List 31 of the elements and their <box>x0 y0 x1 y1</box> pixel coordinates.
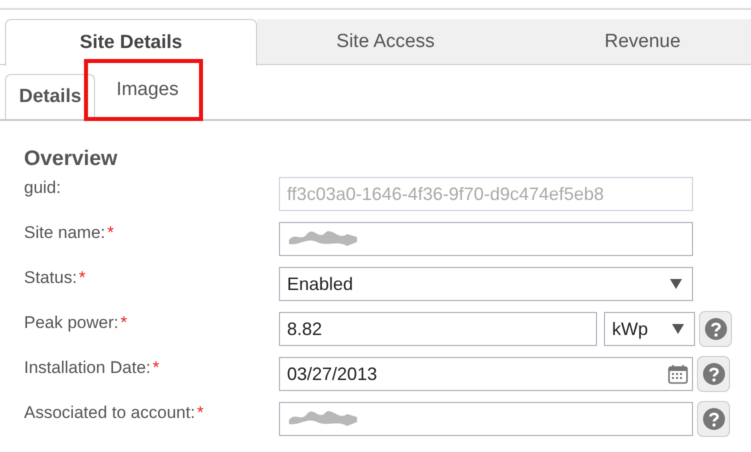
required-asterisk: * <box>78 268 86 287</box>
dropdown-arrow-icon <box>672 324 684 334</box>
select-field[interactable]: kWp <box>604 312 695 346</box>
question-mark-icon <box>702 363 724 385</box>
question-mark-icon <box>704 318 726 340</box>
input-field[interactable] <box>279 222 693 256</box>
required-asterisk: * <box>120 313 128 332</box>
date-field[interactable]: 03/27/2013 <box>279 357 693 391</box>
field-label: Installation Date: <box>24 358 151 377</box>
required-asterisk: * <box>152 358 160 377</box>
field-label: Associated to account: <box>24 403 196 422</box>
calendar-icon <box>668 364 688 384</box>
input-field[interactable] <box>279 402 693 436</box>
dropdown-arrow-icon <box>670 279 682 289</box>
input-field[interactable]: 8.82 <box>279 312 597 346</box>
field-label: Peak power: <box>24 313 118 332</box>
field-label: Site name: <box>24 223 106 242</box>
help-button[interactable] <box>697 356 730 392</box>
tab[interactable]: Revenue <box>514 19 751 64</box>
help-button[interactable] <box>699 311 732 347</box>
required-asterisk: * <box>197 403 204 422</box>
select-field[interactable]: Enabled <box>279 267 693 301</box>
field-label: guid: <box>24 178 61 197</box>
tab[interactable]: Site Access <box>257 19 514 64</box>
field-label: Status: <box>24 268 77 287</box>
question-mark-icon <box>702 408 724 430</box>
subtab[interactable]: Details <box>5 74 96 119</box>
tab[interactable]: Site Details <box>5 19 257 66</box>
help-button[interactable] <box>697 401 730 437</box>
required-asterisk: * <box>107 223 114 242</box>
section-heading: Overview <box>24 147 118 171</box>
